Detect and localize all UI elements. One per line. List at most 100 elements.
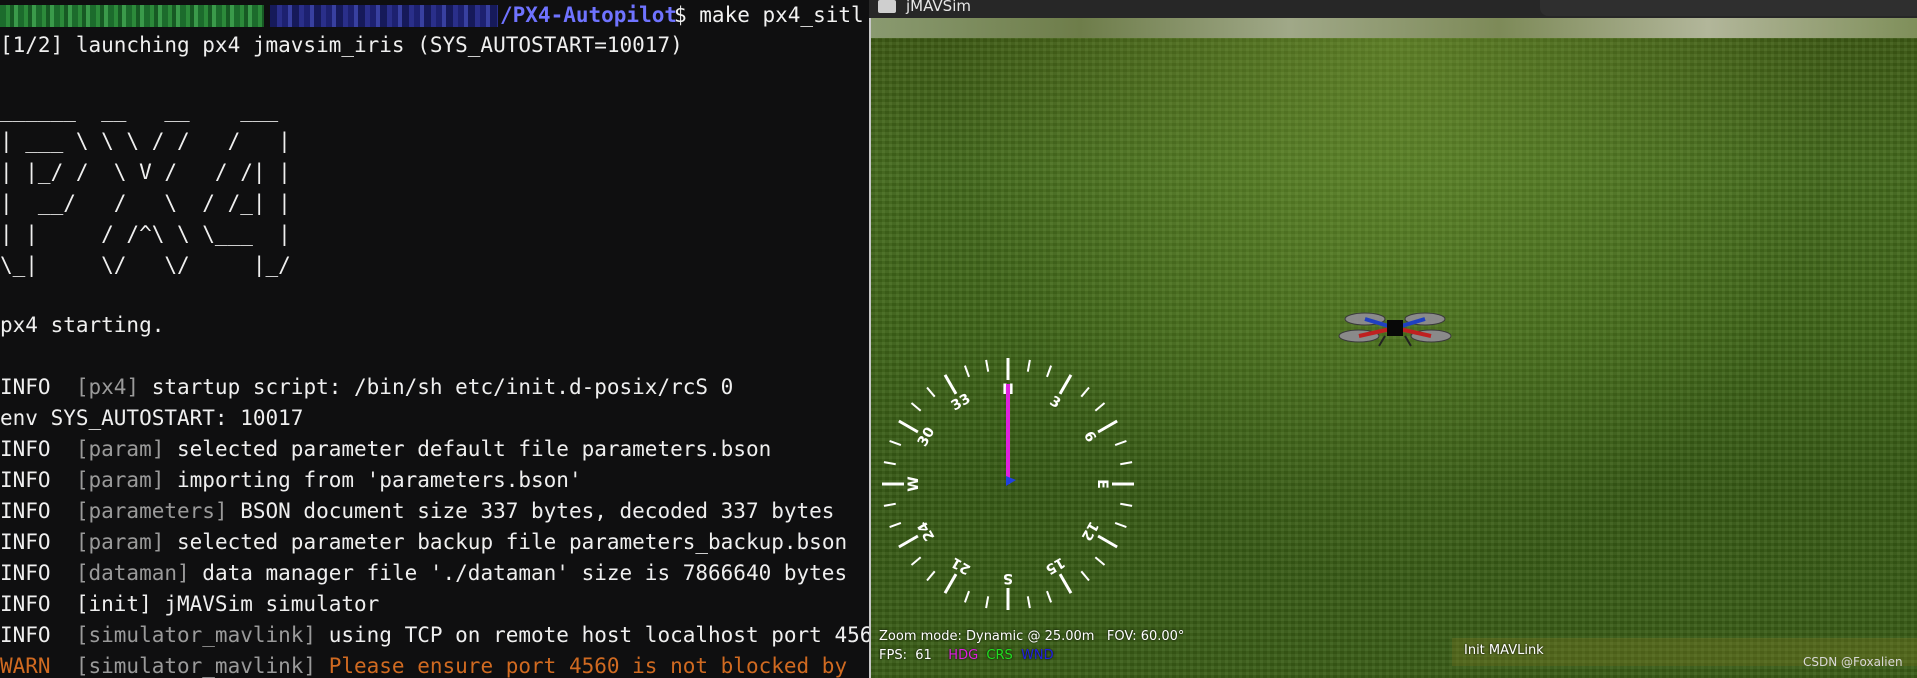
compass-label: 24 bbox=[915, 518, 939, 543]
wind-needle-icon bbox=[1006, 476, 1016, 486]
compass-tick bbox=[1114, 522, 1127, 529]
log-message: BSON document size 337 bytes, decoded 33… bbox=[227, 499, 835, 523]
compass-tick bbox=[1120, 502, 1133, 507]
compass-label: 15 bbox=[1043, 554, 1068, 578]
wnd-legend: WND bbox=[1021, 648, 1054, 663]
compass-tick bbox=[926, 570, 936, 582]
log-level: INFO bbox=[0, 623, 76, 647]
log-level: INFO bbox=[0, 437, 76, 461]
terminal-line: env SYS_AUTOSTART: 10017 bbox=[0, 406, 304, 430]
log-line: INFO [param] selected parameter default … bbox=[0, 435, 771, 463]
compass-label: 33 bbox=[949, 391, 974, 415]
hud-fps-line: FPS: 61 HDG CRS WND bbox=[879, 648, 1054, 663]
compass-tick bbox=[910, 402, 922, 412]
compass-tick bbox=[898, 419, 919, 434]
compass-label: 12 bbox=[1078, 519, 1102, 544]
prompt-user-redacted bbox=[0, 5, 264, 27]
compass-tick bbox=[1026, 359, 1031, 372]
watermark: CSDN @Foxalien bbox=[1803, 655, 1903, 669]
compass-tick bbox=[1046, 590, 1053, 603]
log-line: INFO [dataman] data manager file './data… bbox=[0, 559, 847, 587]
log-message: importing from 'parameters.bson' bbox=[164, 468, 582, 492]
compass-tick bbox=[910, 556, 922, 566]
compass-label: W bbox=[906, 476, 922, 491]
log-tag: [param] bbox=[75, 468, 165, 492]
compass-tick bbox=[963, 590, 970, 603]
compass-tick bbox=[926, 386, 936, 398]
log-tag: [simulator_mavlink] bbox=[75, 654, 317, 678]
ascii-logo-line: \_| \/ \/ |_/ bbox=[0, 253, 291, 277]
compass-tick bbox=[883, 502, 896, 507]
log-message: data manager file './dataman' size is 78… bbox=[189, 561, 848, 585]
quadcopter-drone bbox=[1338, 312, 1452, 347]
log-message: startup script: /bin/sh etc/init.d-posix… bbox=[139, 375, 734, 399]
compass-tick bbox=[898, 534, 919, 549]
compass-tick bbox=[1058, 374, 1073, 395]
compass-label: 6 bbox=[1080, 429, 1099, 445]
log-message: selected parameter backup file parameter… bbox=[164, 530, 848, 554]
compass-tick bbox=[943, 374, 958, 395]
log-line: INFO [param] importing from 'parameters.… bbox=[0, 466, 582, 494]
shell-prompt: /PX4-Autopilot $ make px4_sitl bbox=[0, 0, 870, 30]
log-level: WARN bbox=[0, 654, 76, 678]
log-message: Please ensure port 4560 is not blocked b… bbox=[316, 654, 848, 678]
log-level: INFO bbox=[0, 499, 76, 523]
log-line: INFO [px4] startup script: /bin/sh etc/i… bbox=[0, 373, 733, 401]
compass-label: 21 bbox=[949, 554, 974, 578]
compass-tick bbox=[883, 461, 896, 466]
log-line-warn: WARN [simulator_mavlink] Please ensure p… bbox=[0, 652, 847, 678]
log-line: INFO [parameters] BSON document size 337… bbox=[0, 497, 834, 525]
compass-tick bbox=[1097, 419, 1118, 434]
terminal-line: [1/2] launching px4 jmavsim_iris (SYS_AU… bbox=[0, 33, 683, 57]
prompt-command: $ make px4_sitl bbox=[674, 3, 864, 27]
ascii-logo-line: ______ __ __ ___ bbox=[0, 98, 291, 122]
titlebar-panel bbox=[1540, 0, 1917, 16]
zoom-mode: Zoom mode: Dynamic @ 25.00m bbox=[879, 629, 1095, 644]
compass-tick bbox=[1094, 556, 1106, 566]
compass-tick bbox=[1058, 573, 1073, 594]
fov-readout: FOV: 60.00° bbox=[1106, 629, 1185, 644]
compass-tick bbox=[985, 359, 990, 372]
compass-label: S bbox=[1003, 570, 1013, 586]
compass-tick bbox=[1114, 439, 1127, 446]
window-title: jMAVSim bbox=[906, 0, 971, 15]
compass-tick bbox=[889, 439, 902, 446]
fps-readout: FPS: 61 bbox=[879, 648, 932, 663]
ascii-logo-line: | | / /^\ \ \___ | bbox=[0, 222, 291, 246]
crs-legend: CRS bbox=[986, 648, 1013, 663]
prompt-path-redacted bbox=[270, 5, 498, 27]
terminal-line: INFO [init] jMAVSim simulator bbox=[0, 592, 380, 616]
log-tag: [px4] bbox=[75, 375, 140, 399]
compass-tick bbox=[1097, 534, 1118, 549]
log-level: INFO bbox=[0, 561, 76, 585]
compass-tick bbox=[963, 365, 970, 378]
log-message: using TCP on remote host localhost port … bbox=[316, 623, 870, 647]
compass-label: E bbox=[1094, 479, 1110, 489]
log-tag: [dataman] bbox=[75, 561, 190, 585]
compass-tick bbox=[1080, 386, 1090, 398]
jmavsim-app-icon bbox=[878, 0, 896, 13]
compass-tick bbox=[943, 573, 958, 594]
mavlink-status: Init MAVLink bbox=[1464, 643, 1544, 658]
compass-tick bbox=[889, 522, 902, 529]
terminal-window[interactable]: /PX4-Autopilot $ make px4_sitl [1/2] lau… bbox=[0, 0, 870, 678]
compass-tick bbox=[1026, 596, 1031, 609]
terminal-line: px4 starting. bbox=[0, 313, 165, 337]
ascii-logo-line: | ___ \ \ \ / / / | bbox=[0, 129, 291, 153]
log-level: INFO bbox=[0, 375, 76, 399]
prompt-path: /PX4-Autopilot bbox=[500, 3, 678, 27]
compass-heading-indicator: N36E1215S2124W3033 bbox=[882, 358, 1134, 610]
log-tag: [param] bbox=[75, 437, 165, 461]
compass-label: 3 bbox=[1047, 393, 1063, 412]
compass-tick bbox=[1080, 570, 1090, 582]
ascii-logo-line: | __/ / \ / /_| | bbox=[0, 191, 291, 215]
log-message: selected parameter default file paramete… bbox=[164, 437, 772, 461]
log-tag: [param] bbox=[75, 530, 165, 554]
horizon-sky bbox=[871, 18, 1917, 40]
log-line: INFO [simulator_mavlink] using TCP on re… bbox=[0, 621, 870, 649]
hdg-legend: HDG bbox=[948, 648, 979, 663]
compass-label: 30 bbox=[915, 424, 939, 449]
compass-tick bbox=[985, 596, 990, 609]
log-level: INFO bbox=[0, 468, 76, 492]
compass-tick bbox=[1094, 402, 1106, 412]
